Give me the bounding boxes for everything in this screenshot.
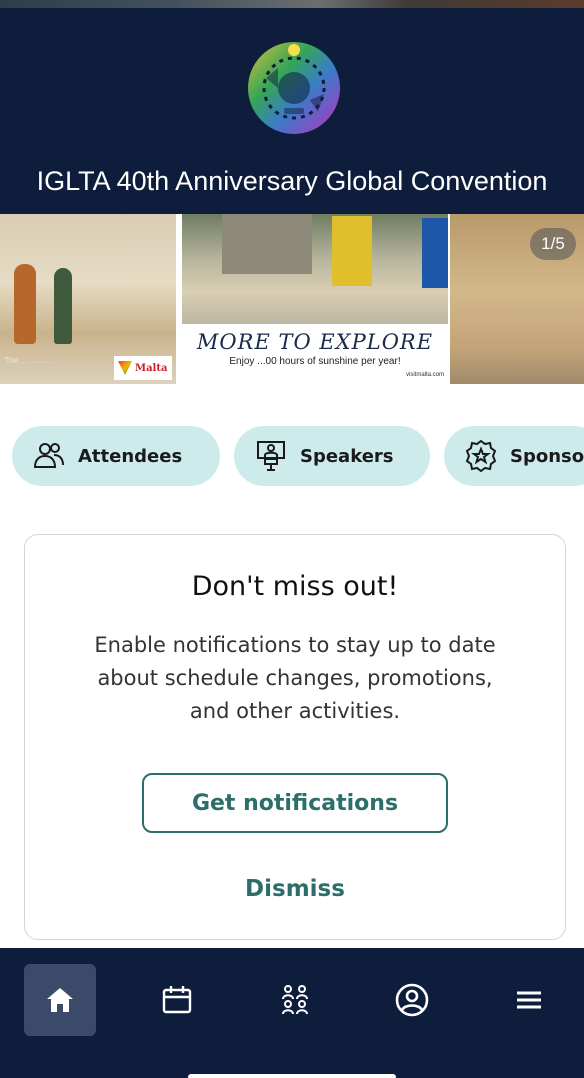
banner-photo-door xyxy=(422,218,448,288)
nav-profile-tab[interactable] xyxy=(376,964,448,1036)
photo-figure xyxy=(54,268,72,344)
banner-url: visitmalta.com xyxy=(405,372,444,378)
sponsors-label: Sponso xyxy=(510,445,584,467)
speakers-button[interactable]: Speakers xyxy=(234,426,430,486)
iglta-logo-icon xyxy=(248,42,340,134)
nav-attendees-tab[interactable] xyxy=(259,964,331,1036)
nav-home-tab[interactable] xyxy=(24,964,96,1036)
home-indicator-bar[interactable] xyxy=(188,1074,396,1078)
photo-credit: The ... ... ... ... xyxy=(4,356,54,365)
banner-carousel[interactable]: The ... ... ... ... Malta MORE TO EXPLOR… xyxy=(0,214,584,384)
banner-slide-previous[interactable]: The ... ... ... ... Malta xyxy=(0,214,176,384)
attendees-icon xyxy=(33,443,64,468)
home-icon xyxy=(47,988,73,1012)
app-header: IGLTA 40th Anniversary Global Convention xyxy=(0,8,584,214)
speakers-label: Speakers xyxy=(300,445,394,467)
banner-subline: Enjoy ...00 hours of sunshine per year! xyxy=(229,356,401,367)
banner-photo-wall xyxy=(222,214,312,274)
nav-menu-tab[interactable] xyxy=(493,964,565,1036)
malta-brand-badge: Malta xyxy=(114,356,172,380)
calendar-icon xyxy=(162,986,192,1014)
top-photo-strip xyxy=(0,0,584,8)
notification-prompt-card: Don't miss out! Enable notifications to … xyxy=(24,534,566,940)
malta-brand-label: Malta xyxy=(135,362,168,374)
event-title: IGLTA 40th Anniversary Global Convention xyxy=(36,166,548,196)
banner-photo-door xyxy=(332,216,372,286)
card-body-text: Enable notifications to stay up to date … xyxy=(94,633,496,723)
banner-headline: MORE TO EXPLORE xyxy=(196,330,434,354)
bottom-navigation xyxy=(0,948,584,1078)
attendees-label: Attendees xyxy=(78,445,183,467)
malta-logo-icon xyxy=(118,361,132,375)
dismiss-button[interactable]: Dismiss xyxy=(195,869,395,909)
sponsors-icon xyxy=(465,439,497,473)
card-title: Don't miss out! xyxy=(191,571,399,602)
banner-slide-current[interactable]: MORE TO EXPLORE Enjoy ...00 hours of sun… xyxy=(182,214,448,384)
profile-icon xyxy=(395,983,429,1017)
sponsors-button[interactable]: Sponso xyxy=(444,426,584,486)
nav-calendar-tab[interactable] xyxy=(141,964,213,1036)
carousel-page-indicator: 1/5 xyxy=(530,228,576,260)
photo-figure xyxy=(14,264,36,344)
menu-icon xyxy=(517,991,541,1009)
attendees-grid-icon xyxy=(282,985,308,1015)
attendees-button[interactable]: Attendees xyxy=(12,426,220,486)
get-notifications-button[interactable]: Get notifications xyxy=(142,773,448,833)
speakers-icon xyxy=(257,441,285,471)
